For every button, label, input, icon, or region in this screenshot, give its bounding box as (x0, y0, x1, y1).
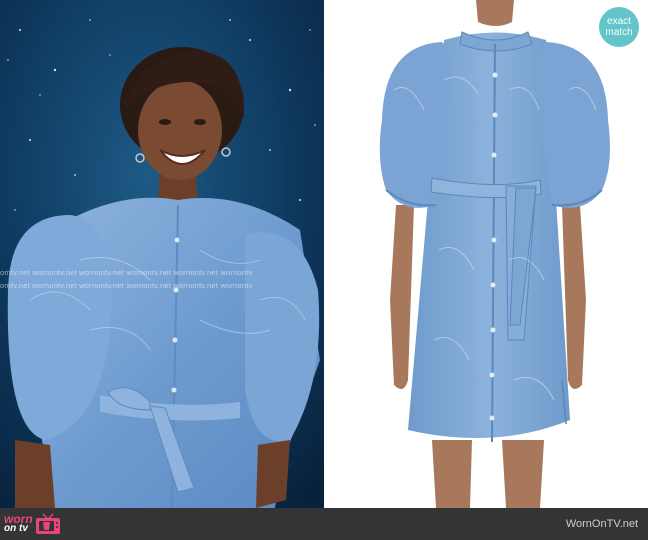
denim-dress-illustration (379, 0, 610, 508)
worn-on-tv-logo[interactable]: worn on tv (4, 512, 61, 536)
badge-line-1: exact (607, 16, 631, 27)
exact-match-badge[interactable]: exact match (599, 7, 639, 47)
product-photo (324, 0, 648, 508)
footer-bar: worn on tv WornOnTV.net (0, 508, 648, 540)
host-photo: omtv.net wornontv.net wornontv.net worno… (0, 0, 324, 508)
tv-icon (35, 513, 60, 534)
watermark-line-1: omtv.net wornontv.net wornontv.net worno… (0, 268, 253, 277)
host-photo-illustration (0, 0, 324, 508)
watermark-line-2: omtv.net wornontv.net wornontv.net worno… (0, 281, 253, 290)
logo-text: worn on tv (4, 513, 33, 534)
site-link[interactable]: WornOnTV.net (566, 518, 638, 530)
badge-line-2: match (605, 27, 633, 38)
